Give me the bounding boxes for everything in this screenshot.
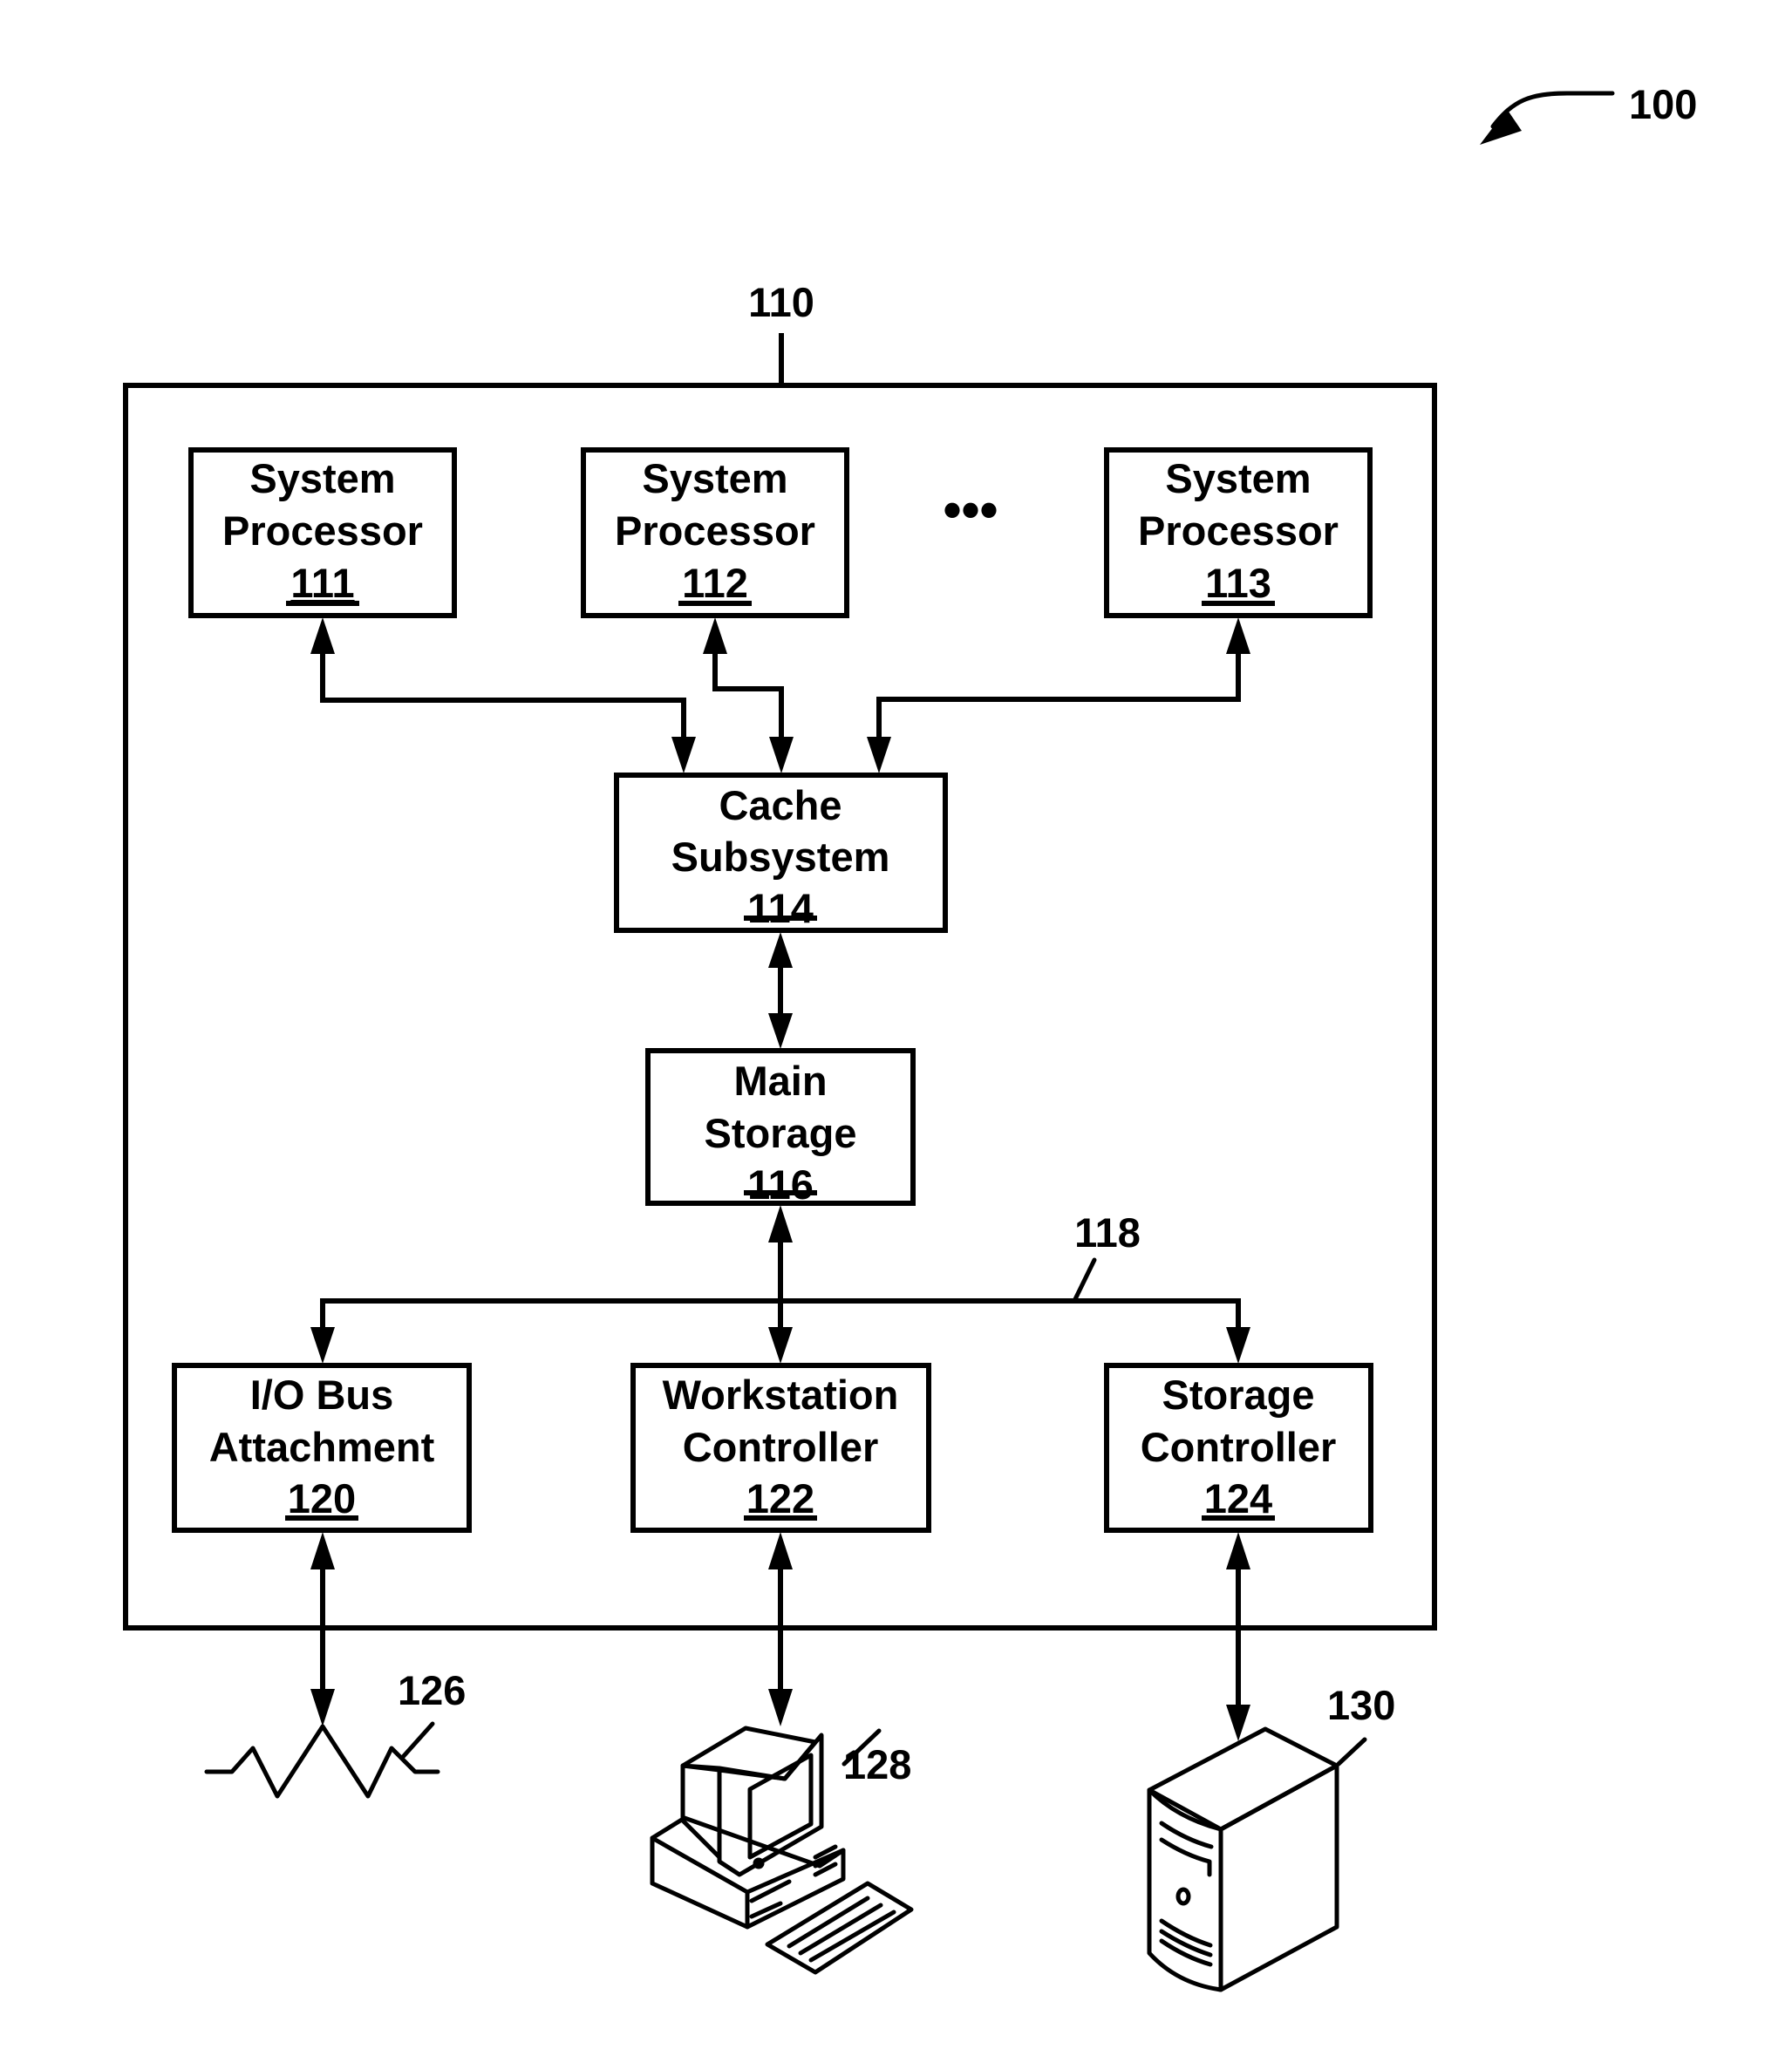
arrow-head-down xyxy=(768,1689,793,1726)
workstation-ref-label: 128 xyxy=(843,1741,911,1787)
processor-cache-connectors xyxy=(310,617,1250,773)
arrow-head-up xyxy=(768,1205,793,1242)
monitor-back-side xyxy=(680,1763,722,1860)
arrow-head-down xyxy=(768,1327,793,1364)
cache-main-connector xyxy=(768,932,793,1049)
arrow-head-down xyxy=(310,1327,335,1364)
arrow-head-down xyxy=(768,1013,793,1049)
storage-controller-124: Storage Controller 124 xyxy=(1104,1363,1373,1533)
processor-111: System Processor 111 xyxy=(188,447,457,618)
network-ref-leader xyxy=(400,1721,435,1760)
controller-label-line2: Controller xyxy=(683,1424,879,1470)
arrow-head-down xyxy=(769,737,794,773)
block-diagram: 100 110 System Processor 111 System Proc… xyxy=(123,81,1697,1992)
controller-label-line2: Attachment xyxy=(209,1424,435,1470)
storage-device-ref-label: 130 xyxy=(1327,1682,1395,1728)
processor-label-line1: System xyxy=(249,455,395,501)
vent-1 xyxy=(1159,1918,1213,1948)
processor-ref: 111 xyxy=(290,560,354,606)
connector-112-cache xyxy=(712,647,784,744)
processor-113: System Processor 113 xyxy=(1104,447,1373,618)
storage-device-tower-icon: 130 xyxy=(1147,1682,1395,1992)
processor-label-line2: Processor xyxy=(615,507,815,554)
arrow-head-down xyxy=(1226,1327,1250,1364)
controller-ref: 122 xyxy=(746,1475,814,1522)
cache-label-line2: Subsystem xyxy=(671,834,890,880)
processor-label-line2: Processor xyxy=(222,507,423,554)
monitor-back-top xyxy=(680,1726,818,1781)
controller-label-line1: Storage xyxy=(1162,1372,1315,1418)
main-storage-116: Main Storage 116 xyxy=(645,1048,916,1208)
monitor-screen xyxy=(747,1753,814,1860)
storage-device-ref-leader xyxy=(1336,1737,1367,1767)
arrow-head-down xyxy=(671,737,696,773)
cache-label-line1: Cache xyxy=(719,782,841,828)
arrow-head-down xyxy=(310,1689,335,1726)
controller-label-line1: I/O Bus xyxy=(250,1372,394,1418)
cache-ref: 114 xyxy=(747,885,814,931)
arrow-head-up xyxy=(1226,1532,1250,1569)
controller-ref: 124 xyxy=(1204,1475,1272,1522)
arrow-head-down xyxy=(1226,1705,1250,1741)
network-ref-label: 126 xyxy=(398,1667,466,1713)
connector-113-cache xyxy=(876,647,1241,744)
bus-ref-label: 118 xyxy=(1074,1209,1141,1256)
bus-ref-leader xyxy=(1073,1257,1097,1302)
arrow-head-up xyxy=(703,617,727,654)
cache-subsystem-114: Cache Subsystem 114 xyxy=(614,773,948,933)
main-storage-label-line2: Storage xyxy=(705,1110,857,1156)
arrow-head-up xyxy=(1226,617,1250,654)
network-zigzag xyxy=(204,1724,440,1799)
ellipsis: ••• xyxy=(943,480,998,539)
arrow-head-up xyxy=(768,932,793,968)
tower-side xyxy=(1218,1763,1339,1992)
processor-label-line1: System xyxy=(1165,455,1311,501)
arrow-head-down xyxy=(867,737,891,773)
main-storage-ref: 116 xyxy=(747,1161,814,1208)
controller-label-line2: Controller xyxy=(1141,1424,1337,1470)
arrow-head-up xyxy=(310,617,335,654)
processor-ref: 112 xyxy=(682,560,748,606)
controller-label-line1: Workstation xyxy=(663,1372,899,1418)
main-storage-label-line1: Main xyxy=(733,1058,827,1104)
connector-111-cache xyxy=(320,647,686,744)
network-icon: 126 xyxy=(204,1667,466,1799)
processor-ref: 113 xyxy=(1205,560,1271,606)
tower-power-button xyxy=(1175,1887,1191,1906)
system-ref-label: 110 xyxy=(748,279,814,325)
processor-112: System Processor 112 xyxy=(581,447,849,618)
controller-ref: 120 xyxy=(288,1475,356,1522)
figure-ref-label: 100 xyxy=(1629,81,1697,127)
processor-label-line2: Processor xyxy=(1138,507,1339,554)
workstation-computer-icon: 128 xyxy=(650,1726,914,1975)
workstation-controller-122: Workstation Controller 122 xyxy=(630,1363,931,1533)
arrow-head-up xyxy=(310,1532,335,1569)
io-bus-attachment-120: I/O Bus Attachment 120 xyxy=(172,1363,472,1533)
figure-reference-100: 100 xyxy=(1480,81,1697,145)
processor-label-line1: System xyxy=(642,455,787,501)
arrow-head-up xyxy=(768,1532,793,1569)
bus-118: 118 xyxy=(310,1205,1250,1364)
